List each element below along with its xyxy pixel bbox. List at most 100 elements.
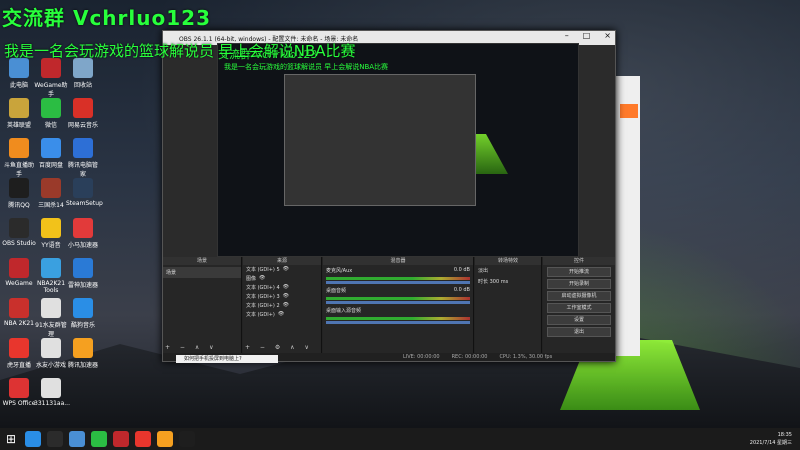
desktop-icon[interactable]: 此电脑 <box>2 58 36 89</box>
visibility-icon[interactable]: 👁 <box>259 275 265 282</box>
source-item[interactable]: 文本 (GDI+) 2 👁 <box>243 301 321 310</box>
desktop-icon-label: 英雄联盟 <box>6 122 31 129</box>
desktop-icon[interactable]: WeGame助手 <box>34 58 68 98</box>
source-item[interactable]: 文本 (GDI+) 5 👁 <box>243 265 321 274</box>
volume-slider[interactable] <box>326 321 470 324</box>
scenes-header: 场景 <box>163 257 241 265</box>
taskbar-app-icon[interactable] <box>113 431 129 447</box>
desktop-icon[interactable]: 酷狗音乐 <box>66 298 100 329</box>
control-button[interactable]: 设置 <box>547 315 611 325</box>
mixer-channel-db: 0.0 dB <box>453 267 470 273</box>
desktop-icon-label: 331131aa... <box>34 400 70 407</box>
document-icon <box>41 338 61 358</box>
taskbar-app-icon[interactable] <box>157 431 173 447</box>
taskbar-app-icon[interactable] <box>69 431 85 447</box>
recycle-bin-icon <box>73 58 93 78</box>
scene-item[interactable]: 场景 <box>163 267 241 278</box>
desktop-icon[interactable]: 虎牙直播 <box>2 338 36 369</box>
sources-toolbar[interactable]: + − ⚙ ∧ ∨ <box>245 344 313 351</box>
duration-row[interactable]: 时长 300 ms <box>475 276 541 287</box>
rec-status: REC: 00:00:00 <box>451 354 488 360</box>
volume-meter <box>326 277 470 280</box>
close-icon[interactable]: × <box>604 31 611 40</box>
control-button[interactable]: 工作室模式 <box>547 303 611 313</box>
taskbar-app-icon[interactable] <box>25 431 41 447</box>
source-item[interactable]: 文本 (GDI+) 4 👁 <box>243 283 321 292</box>
taskbar-app-icon[interactable] <box>91 431 107 447</box>
clock-time: 18:35 <box>777 432 792 438</box>
visibility-icon[interactable]: 👁 <box>283 266 289 273</box>
desktop-icon-label: 水友小游戏 <box>35 362 66 369</box>
maximize-icon[interactable]: □ <box>583 31 591 40</box>
control-button[interactable]: 开始录制 <box>547 279 611 289</box>
steam-icon <box>73 178 93 198</box>
desktop-icon[interactable]: 百度网盘 <box>34 138 68 169</box>
yy-icon <box>41 218 61 238</box>
taskbar-app-icon[interactable] <box>135 431 151 447</box>
desktop-icon[interactable]: 腾讯加速器 <box>66 338 100 369</box>
desktop-icon[interactable]: 腾讯电脑管家 <box>66 138 100 178</box>
visibility-icon[interactable]: 👁 <box>283 293 289 300</box>
desktop-icon-label: 三国杀14 <box>38 202 64 209</box>
desktop-icon[interactable]: 微信 <box>34 98 68 129</box>
visibility-icon[interactable]: 👁 <box>283 302 289 309</box>
desktop-icon[interactable]: 网易云音乐 <box>66 98 100 129</box>
desktop-icon[interactable]: 回收站 <box>66 58 100 89</box>
desktop-icon[interactable]: 三国杀14 <box>34 178 68 209</box>
control-button[interactable]: 退出 <box>547 327 611 337</box>
minimize-icon[interactable]: – <box>565 31 569 40</box>
nested-preview <box>284 74 476 206</box>
wegame-icon <box>9 258 29 278</box>
desktop-icon[interactable]: NBA2K21 Tools <box>34 258 68 294</box>
source-item[interactable]: 文本 (GDI+) 👁 <box>243 310 321 319</box>
volume-slider[interactable] <box>326 301 470 304</box>
desktop-icon-label: 微信 <box>44 122 57 129</box>
taskbar-app-icon[interactable] <box>47 431 63 447</box>
control-button[interactable]: 开始推流 <box>547 267 611 277</box>
desktop-icon[interactable]: 雷神加速器 <box>66 258 100 289</box>
obs-window[interactable]: OBS 26.1.1 (64-bit, windows) - 配置文件: 未命名… <box>162 30 616 362</box>
system-tray[interactable]: 18:35 2021/7/14 星期三 <box>750 431 792 447</box>
desktop-icon[interactable]: YY语音 <box>34 218 68 249</box>
visibility-icon[interactable]: 👁 <box>283 284 289 291</box>
side-app-window[interactable] <box>616 76 640 356</box>
desktop-icon[interactable]: 小马加速器 <box>66 218 100 249</box>
scenes-toolbar[interactable]: + − ∧ ∨ <box>165 344 218 351</box>
sources-header: 来源 <box>243 257 321 265</box>
volume-slider[interactable] <box>326 281 470 284</box>
mixer-channel-name: 麦克风/Aux <box>326 268 353 274</box>
tools-icon <box>41 258 61 278</box>
desktop-icon[interactable]: WeGame <box>2 258 36 287</box>
desktop-icon-label: NBA2K21 Tools <box>36 280 66 294</box>
windows-start-icon[interactable]: ⊞ <box>0 428 22 450</box>
control-button[interactable]: 启动虚拟摄像机 <box>547 291 611 301</box>
desktop-icon[interactable]: OBS Studio <box>2 218 36 247</box>
netease-music-icon <box>73 98 93 118</box>
visibility-icon[interactable]: 👁 <box>278 311 284 318</box>
desktop-icon[interactable]: 水友小游戏 <box>34 338 68 369</box>
desktop-icon[interactable]: WPS Office <box>2 378 36 407</box>
transition-select[interactable]: 淡出 <box>475 265 541 276</box>
qq-icon <box>9 178 29 198</box>
desktop-icon[interactable]: SteamSetup <box>66 178 103 207</box>
desktop-icon-label: 百度网盘 <box>38 162 63 169</box>
desktop-icon-label: 此电脑 <box>9 82 28 89</box>
window-controls: – □ × <box>565 31 611 40</box>
desktop-icon[interactable]: 英雄联盟 <box>2 98 36 129</box>
sources-panel: 来源 文本 (GDI+) 5 👁 图像 👁 文本 (GDI+) 4 👁 文本 (GDI+) … <box>243 257 322 353</box>
source-item[interactable]: 文本 (GDI+) 3 👁 <box>243 292 321 301</box>
source-label: 图像 <box>246 276 257 282</box>
desktop-icon[interactable]: NBA 2K21 <box>2 298 36 327</box>
obs-preview[interactable]: 交流群 Vchrluo123 我是一名会玩游戏的篮球解说员 早上会解说NBA比赛 <box>217 43 579 257</box>
source-item[interactable]: 图像 👁 <box>243 274 321 283</box>
taskbar-app-icon[interactable] <box>179 431 195 447</box>
mixer-list: 麦克风/Aux 0.0 dB 桌面音频 0.0 dB 桌面输入源音频 <box>323 265 473 324</box>
notification-bar[interactable]: 如何把手机投屏到电脑上? <box>176 355 278 363</box>
desktop-icon-label: 酷狗音乐 <box>70 322 95 329</box>
desktop-icon[interactable]: 331131aa... <box>34 378 70 407</box>
mixer-channel-name: 桌面输入源音频 <box>326 308 362 314</box>
desktop-icon[interactable]: 斗鱼直播助手 <box>2 138 36 178</box>
desktop-icon[interactable]: 腾讯QQ <box>2 178 36 209</box>
desktop-icon[interactable]: 91水友群管理 <box>34 298 68 338</box>
douyu-icon <box>9 138 29 158</box>
